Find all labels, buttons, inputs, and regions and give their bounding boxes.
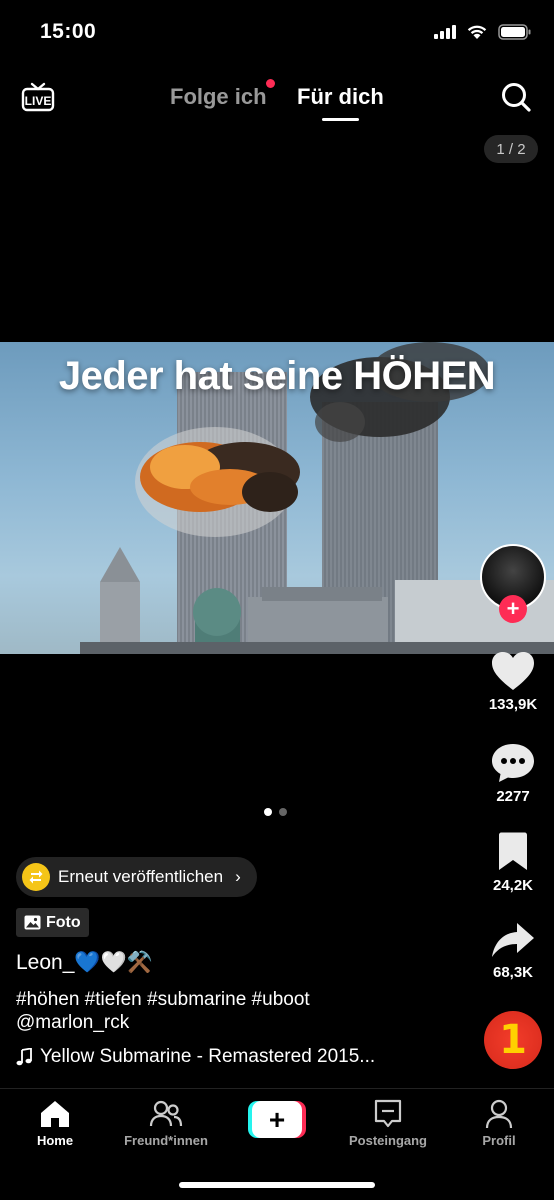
live-label: LIVE — [25, 94, 52, 108]
tab-for-you[interactable]: Für dich — [297, 84, 384, 110]
home-indicator — [179, 1182, 375, 1188]
carousel-dot — [279, 808, 287, 816]
wifi-icon — [467, 25, 487, 39]
repost-label: Erneut veröffentlichen — [58, 867, 224, 886]
search-icon[interactable] — [500, 81, 532, 113]
creator-username[interactable]: Leon_💙🤍⚒️ — [16, 951, 153, 975]
photo-badge-label: Foto — [46, 913, 81, 931]
home-icon — [41, 1101, 69, 1127]
create-button[interactable]: + — [248, 1101, 306, 1138]
nav-friends[interactable]: Freund*innen — [111, 1099, 221, 1148]
nav-home-label: Home — [36, 1133, 74, 1148]
carousel-dot-active — [264, 808, 272, 816]
comment-button[interactable]: 2277 — [473, 742, 553, 805]
battery-icon — [498, 24, 531, 40]
bookmark-count: 24,2K — [492, 877, 534, 894]
bookmark-button[interactable]: 24,2K — [473, 831, 553, 894]
photo-caption: Jeder hat seine HÖHEN — [58, 354, 496, 398]
repost-button[interactable]: Erneut veröffentlichen › — [16, 857, 257, 897]
follow-plus-button[interactable]: + — [499, 595, 527, 623]
bookmark-icon — [499, 832, 527, 870]
share-button[interactable]: 68,3K — [473, 920, 553, 981]
nav-profile[interactable]: Profil — [444, 1099, 554, 1148]
music-info[interactable]: Yellow Submarine - Remastered 2015... — [16, 1046, 375, 1068]
like-button[interactable]: 133,9K — [473, 650, 553, 713]
like-count: 133,9K — [488, 696, 538, 713]
post-mention[interactable]: @marlon_rck — [16, 1012, 129, 1034]
status-time: 15:00 — [40, 20, 97, 43]
profile-icon — [485, 1099, 513, 1129]
music-disc[interactable]: 1 — [484, 1011, 542, 1069]
post-photo[interactable]: Jeder hat seine HÖHEN — [0, 342, 554, 654]
carousel-dots — [264, 808, 287, 816]
tab-following-label: Folge ich — [170, 84, 267, 109]
share-count: 68,3K — [492, 964, 534, 981]
notification-dot — [265, 79, 275, 88]
inbox-icon — [374, 1099, 402, 1128]
heart-icon — [492, 652, 534, 690]
post-hashtags[interactable]: #höhen #tiefen #submarine #uboot — [16, 988, 310, 1012]
plus-icon: + — [252, 1101, 302, 1138]
nav-inbox[interactable]: Posteingang — [333, 1099, 443, 1148]
tab-following[interactable]: Folge ich — [170, 79, 275, 110]
active-tab-indicator — [322, 118, 359, 121]
nav-friends-label: Freund*innen — [124, 1133, 208, 1148]
chevron-right-icon: › — [235, 867, 241, 886]
repost-icon — [22, 863, 50, 891]
nav-home[interactable]: Home — [0, 1099, 110, 1148]
comment-icon — [492, 744, 534, 782]
comment-count: 2277 — [496, 788, 530, 805]
music-note-icon — [16, 1048, 32, 1066]
share-arrow-icon — [492, 923, 534, 957]
live-icon[interactable]: LIVE — [21, 80, 55, 114]
photo-page-counter: 1 / 2 — [484, 135, 538, 163]
image-icon — [24, 915, 41, 930]
nav-profile-label: Profil — [482, 1133, 516, 1148]
status-icons — [434, 24, 532, 40]
friends-icon — [149, 1100, 183, 1127]
music-title: Yellow Submarine - Remastered 2015... — [40, 1046, 376, 1067]
cellular-signal-icon — [434, 25, 456, 39]
photo-badge: Foto — [16, 908, 89, 937]
nav-inbox-label: Posteingang — [348, 1133, 427, 1148]
